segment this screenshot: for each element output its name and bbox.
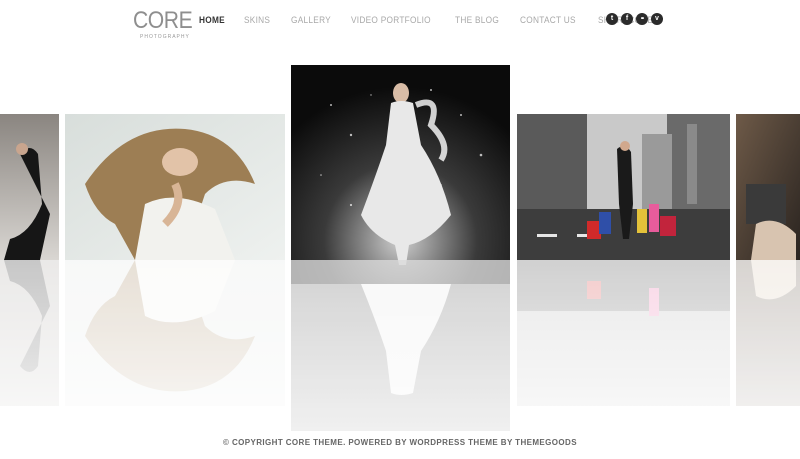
flickr-icon[interactable]: •• (636, 13, 648, 25)
nav-item-home[interactable]: HOME (199, 15, 225, 25)
gallery-photo-4[interactable] (517, 114, 730, 260)
gallery-photo-3-image (291, 65, 510, 284)
gallery-photo-2-image (65, 114, 285, 260)
gallery-photo-2[interactable] (65, 114, 285, 260)
logo-main-text: CORE (133, 7, 193, 34)
nav-item-skins[interactable]: SKINS (244, 15, 270, 25)
gallery-reflection-3 (291, 284, 510, 431)
vimeo-icon[interactable]: v (651, 13, 663, 25)
gallery-photo-3-featured[interactable] (291, 65, 510, 284)
facebook-icon[interactable]: f (621, 13, 633, 25)
gallery-reflection-5 (736, 260, 800, 406)
logo-sub-text: PHOTOGRAPHY (140, 34, 190, 40)
gallery-photo-5-image (736, 114, 800, 260)
twitter-icon[interactable]: t (606, 13, 618, 25)
nav-item-gallery[interactable]: GALLERY (291, 15, 331, 25)
nav-item-contact-us[interactable]: CONTACT US (520, 15, 576, 25)
footer-copyright: © COPYRIGHT CORE THEME. POWERED BY WORDP… (223, 438, 577, 447)
gallery-photo-4-image (517, 114, 730, 260)
gallery-photo-1[interactable] (0, 114, 59, 260)
gallery-photo-5[interactable] (736, 114, 800, 260)
nav-item-video-portfolio[interactable]: VIDEO PORTFOLIO (351, 15, 431, 25)
site-logo[interactable]: CORE PHOTOGRAPHY (133, 7, 193, 41)
gallery-reflection-4 (517, 260, 730, 406)
gallery-reflection-2 (65, 260, 285, 406)
main-nav: HOME SKINS GALLERY VIDEO PORTFOLIO THE B… (199, 15, 664, 25)
gallery-photo-1-image (0, 114, 59, 260)
gallery-reflection-1 (0, 260, 59, 406)
nav-item-the-blog[interactable]: THE BLOG (455, 15, 499, 25)
social-links: t f •• v (606, 13, 663, 25)
